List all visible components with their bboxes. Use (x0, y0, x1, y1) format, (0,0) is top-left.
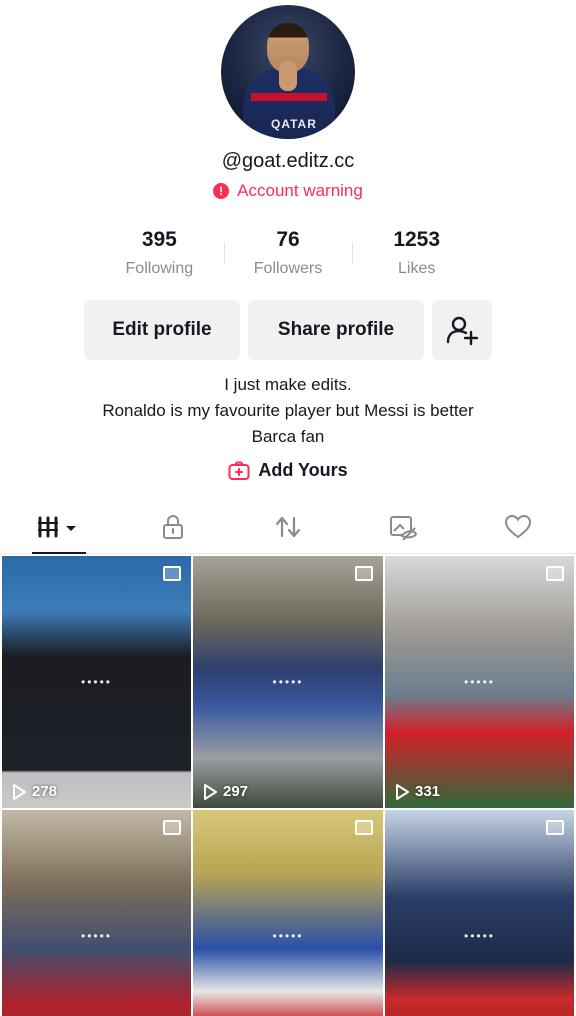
carousel-dots: ••••• (272, 675, 304, 689)
tab-videos[interactable] (0, 500, 115, 554)
add-yours-link[interactable]: Add Yours (0, 460, 576, 481)
view-count: 278 (12, 783, 57, 800)
photo-icon (163, 820, 181, 835)
tab-private[interactable] (115, 500, 230, 553)
video-thumbnail[interactable]: ••••• 278 (2, 556, 191, 808)
bio-line: Ronaldo is my favourite player but Messi… (102, 401, 474, 420)
edit-profile-button[interactable]: Edit profile (84, 300, 240, 360)
view-count-value: 331 (415, 783, 441, 800)
carousel-dots: ••••• (80, 929, 113, 943)
tagged-icon (390, 515, 418, 540)
carousel-dots: ••••• (80, 675, 113, 689)
avatar-jersey-band (251, 93, 327, 101)
bio-line: Barca fan (251, 427, 325, 446)
play-icon (396, 783, 409, 800)
video-thumbnail[interactable]: ••••• (385, 810, 574, 1016)
photo-icon (355, 820, 373, 835)
photo-icon (546, 820, 564, 835)
play-icon (13, 783, 26, 800)
profile-tabs (0, 500, 576, 554)
avatar-logo: QATAR (271, 117, 317, 131)
profile-bio: I just make edits. Ronaldo is my favouri… (0, 372, 576, 450)
view-count-value: 297 (223, 783, 249, 800)
share-profile-button[interactable]: Share profile (248, 300, 424, 360)
account-warning[interactable]: ! Account warning (0, 181, 576, 201)
add-yours-label: Add Yours (258, 460, 348, 480)
following-label: Following (125, 260, 194, 277)
video-thumbnail[interactable]: ••••• (2, 810, 191, 1016)
video-thumbnail[interactable]: ••••• (193, 810, 383, 1016)
stat-likes[interactable]: 1253 Likes (352, 228, 481, 284)
view-count-value: 278 (32, 783, 58, 800)
photo-icon (546, 566, 564, 581)
view-count: 331 (395, 783, 440, 800)
carousel-dots: ••••• (463, 675, 496, 689)
avatar-hand (279, 61, 297, 91)
following-count: 395 (141, 228, 177, 251)
profile-avatar[interactable]: QATAR (221, 5, 355, 139)
add-friend-button[interactable] (432, 300, 492, 360)
play-icon (204, 783, 217, 800)
carousel-dots: ••••• (463, 929, 496, 943)
photo-icon (355, 566, 373, 581)
lock-icon (162, 514, 183, 539)
carousel-dots: ••••• (272, 929, 304, 943)
video-grid: ••••• 278 ••••• 297 ••••• 331 ••••• ••••… (2, 556, 574, 1016)
profile-stats: 395 Following 76 Followers 1253 Likes (95, 228, 481, 284)
tab-liked[interactable] (461, 500, 576, 553)
bio-line: I just make edits. (224, 375, 352, 394)
view-count: 297 (203, 783, 248, 800)
tab-reposts[interactable] (230, 500, 345, 553)
stat-following[interactable]: 395 Following (95, 228, 224, 284)
video-thumbnail[interactable]: ••••• 297 (193, 556, 383, 808)
followers-label: Followers (253, 260, 323, 277)
profile-actions: Edit profile Share profile (84, 300, 492, 360)
photo-icon (163, 566, 181, 581)
followers-count: 76 (276, 228, 300, 251)
heart-icon (505, 514, 532, 538)
video-thumbnail[interactable]: ••••• 331 (385, 556, 574, 808)
likes-count: 1253 (393, 228, 441, 251)
likes-label: Likes (398, 260, 436, 277)
profile-username[interactable]: @goat.editz.cc (0, 150, 576, 173)
add-yours-icon (228, 461, 250, 480)
account-warning-label: Account warning (237, 181, 363, 200)
tab-tagged[interactable] (346, 500, 461, 553)
warning-icon: ! (213, 183, 230, 199)
repost-icon (275, 516, 301, 537)
videos-grid-icon (37, 516, 76, 537)
stat-followers[interactable]: 76 Followers (223, 228, 353, 284)
person-add-icon (446, 316, 479, 346)
